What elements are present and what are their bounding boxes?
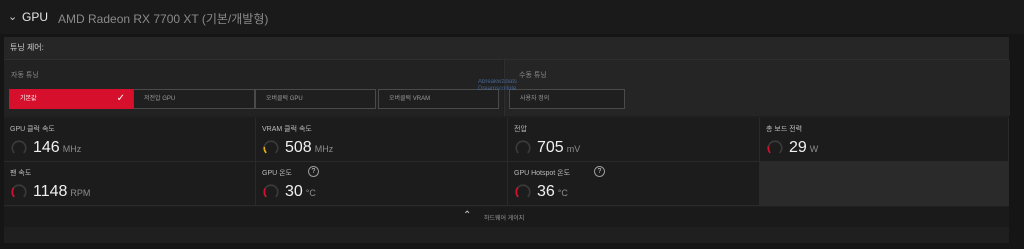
gauge-track	[515, 140, 531, 156]
metric-label: 총 보드 전력	[766, 126, 803, 133]
metric-vram-clock: VRAM 클럭 속도 508 MHz	[256, 118, 508, 162]
metric-value: 705 mV	[537, 139, 581, 156]
metric-value: 36 °C	[537, 183, 568, 200]
metric-voltage: 전압 705 mV	[508, 118, 760, 162]
chevron-down-icon[interactable]: ⌄	[8, 10, 17, 23]
question-circle-icon[interactable]: ?	[594, 166, 605, 177]
gauge-icon	[263, 184, 279, 200]
metric-label: 팬 속도	[10, 170, 32, 177]
gpu-section-header[interactable]: ⌄ GPU AMD Radeon RX 7700 XT (기본/개발형)	[0, 0, 1024, 34]
metric-board-power: 총 보드 전력 29 W	[760, 118, 1009, 162]
watermark: Abreakwzdiats Dreamscollote	[478, 79, 518, 92]
tuning-control-header: 튜닝 제어:	[4, 37, 1009, 60]
gauge-icon	[515, 140, 531, 156]
metric-label: GPU 클럭 속도	[10, 126, 55, 133]
device-name: AMD Radeon RX 7700 XT (기본/개발형)	[58, 12, 269, 26]
gauge-icon	[11, 184, 27, 200]
metric-gpu-temperature: GPU 온도 ? 30 °C	[256, 162, 508, 206]
preset-undervolt-button[interactable]: 저전압 GPU	[133, 89, 255, 109]
auto-tuning-label: 자동 튜닝	[11, 72, 39, 79]
metric-gpu-clock: GPU 클럭 속도 146 MHz	[4, 118, 256, 162]
preset-default-button[interactable]: 기본값 ✓	[9, 89, 133, 109]
metric-label: VRAM 클럭 속도	[262, 126, 312, 133]
preset-overclock-gpu-button[interactable]: 오버클럭 GPU	[255, 89, 376, 109]
metric-label: GPU 온도	[262, 170, 292, 177]
gauge-icon	[11, 140, 27, 156]
tuning-control-title: 튜닝 제어:	[10, 43, 44, 52]
section-title: GPU	[22, 10, 49, 24]
metric-value: 29 W	[789, 139, 819, 156]
metric-fan-speed: 팬 속도 1148 RPM	[4, 162, 256, 206]
footer-label: 하드웨어 게이지	[484, 216, 525, 222]
preset-label: 저전압 GPU	[144, 96, 176, 102]
gauge-track	[11, 140, 27, 156]
empty-metric-slot	[760, 162, 1009, 206]
metric-value: 146 MHz	[33, 139, 82, 156]
gauge-icon	[767, 140, 783, 156]
manual-tuning-label: 수동 튜닝	[519, 72, 547, 79]
preset-label: 오버클럭 GPU	[266, 96, 303, 102]
metric-value: 30 °C	[285, 183, 316, 200]
hardware-gauge-toggle[interactable]: ⌃ 하드웨어 게이지	[4, 207, 1009, 227]
question-circle-icon[interactable]: ?	[308, 166, 319, 177]
custom-tuning-label: 사용자 정의	[520, 96, 550, 102]
gauge-icon	[263, 140, 279, 156]
chevron-up-icon: ⌃	[463, 210, 472, 221]
metric-value: 508 MHz	[285, 139, 334, 156]
check-icon: ✓	[116, 93, 125, 104]
preset-label: 기본값	[20, 96, 37, 102]
metric-gpu-hotspot-temperature: GPU Hotspot 온도 ? 36 °C	[508, 162, 760, 206]
gauge-icon	[515, 184, 531, 200]
preset-label: 오버클럭 VRAM	[389, 96, 431, 102]
metric-label: 전압	[514, 126, 527, 133]
metric-label: GPU Hotspot 온도	[514, 170, 571, 177]
tuning-panel: 튜닝 제어: 자동 튜닝 수동 튜닝 기본값 ✓ 저전압 GPU 오버클럭 GP…	[4, 37, 1010, 243]
custom-tuning-button[interactable]: 사용자 정의	[509, 89, 625, 109]
metric-value: 1148 RPM	[33, 183, 91, 200]
